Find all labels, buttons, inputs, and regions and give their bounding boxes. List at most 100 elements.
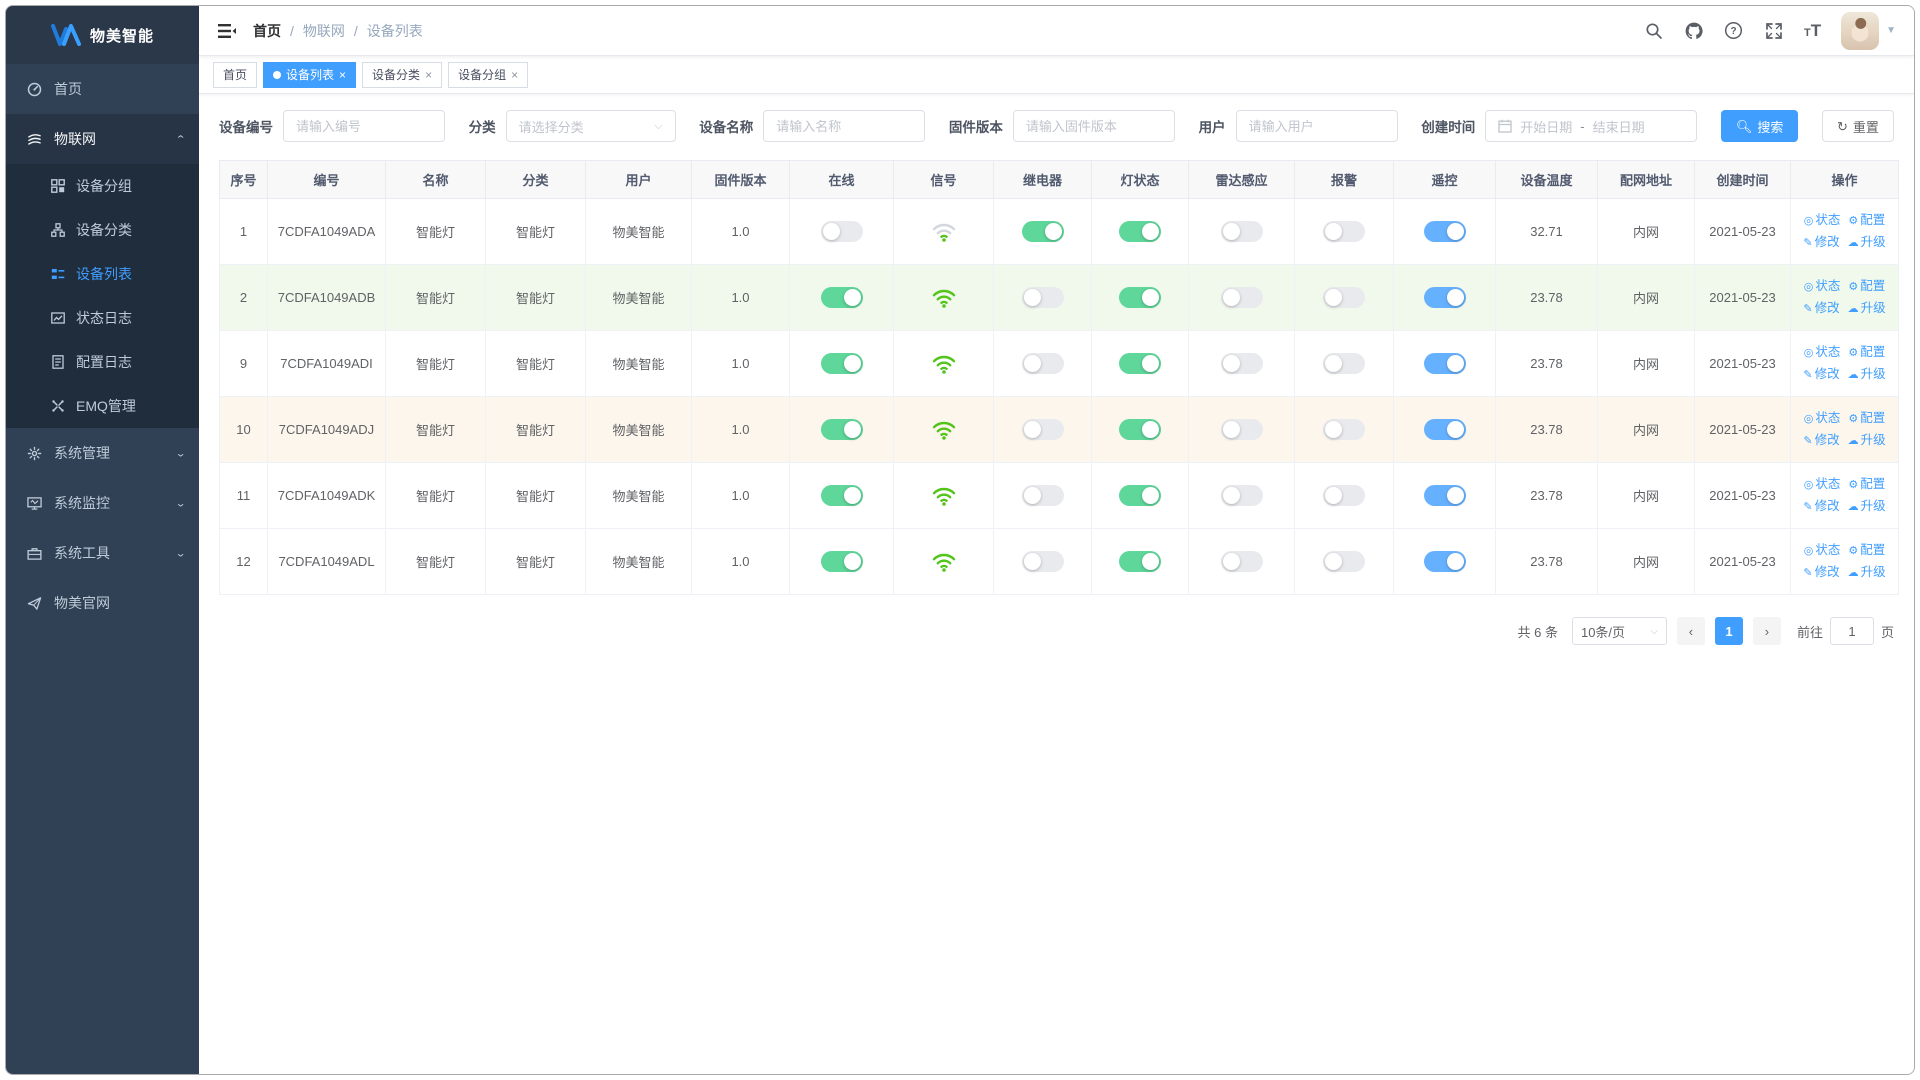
light-status-toggle[interactable] xyxy=(1119,287,1161,308)
relay-toggle[interactable] xyxy=(1021,551,1064,572)
radar-sense-toggle[interactable] xyxy=(1220,221,1263,242)
sidebar-item-status-log[interactable]: 状态日志 xyxy=(6,296,199,340)
online-toggle[interactable] xyxy=(820,485,863,506)
upgrade-action-link[interactable]: ☁︎ 升级 xyxy=(1848,430,1886,452)
sidebar-item-device-list[interactable]: 设备列表 xyxy=(6,252,199,296)
search-button[interactable]: 🔍︎ 搜索 xyxy=(1720,110,1799,142)
avatar[interactable] xyxy=(1841,11,1880,50)
device-name-input[interactable] xyxy=(763,110,926,142)
upgrade-action-link[interactable]: ☁︎ 升级 xyxy=(1848,562,1886,584)
status-action-link[interactable]: ◎ 状态 xyxy=(1804,474,1841,496)
github-icon[interactable] xyxy=(1684,21,1704,41)
upgrade-action-link[interactable]: ☁︎ 升级 xyxy=(1848,298,1886,320)
light-status-toggle[interactable] xyxy=(1119,485,1161,506)
light-status-toggle[interactable] xyxy=(1119,353,1161,374)
light-status-toggle[interactable] xyxy=(1119,551,1161,572)
remote-control-toggle[interactable] xyxy=(1423,419,1466,440)
edit-action-link[interactable]: ✎ 修改 xyxy=(1803,232,1839,254)
online-toggle[interactable] xyxy=(820,221,863,242)
sidebar-item-device-group[interactable]: 设备分组 xyxy=(6,164,199,208)
light-status-toggle[interactable] xyxy=(1119,419,1161,440)
sidebar-item-device-category[interactable]: 设备分类 xyxy=(6,208,199,252)
config-action-link[interactable]: ⚙︎ 配置 xyxy=(1848,408,1885,430)
alarm-toggle[interactable] xyxy=(1323,221,1365,242)
sidebar-item-system-monitor[interactable]: 系统监控 ⌄ xyxy=(6,478,199,528)
config-action-link[interactable]: ⚙︎ 配置 xyxy=(1848,342,1885,364)
search-icon[interactable] xyxy=(1644,21,1664,41)
alarm-toggle[interactable] xyxy=(1323,419,1365,440)
edit-action-link[interactable]: ✎ 修改 xyxy=(1803,430,1839,452)
relay-toggle[interactable] xyxy=(1021,221,1064,242)
tag-device-category[interactable]: 设备分类 × xyxy=(362,61,443,88)
radar-sense-toggle[interactable] xyxy=(1220,419,1263,440)
prev-page-button[interactable]: ‹ xyxy=(1676,617,1705,645)
font-size-icon[interactable]: TT xyxy=(1804,21,1821,41)
upgrade-action-link[interactable]: ☁︎ 升级 xyxy=(1848,496,1886,518)
alarm-toggle[interactable] xyxy=(1323,353,1365,374)
tag-device-list[interactable]: 设备列表 × xyxy=(263,61,357,88)
user-menu[interactable]: ▼ xyxy=(1841,11,1896,50)
remote-control-toggle[interactable] xyxy=(1423,485,1466,506)
radar-sense-toggle[interactable] xyxy=(1220,551,1263,572)
category-select[interactable]: 请选择分类 ⌵ xyxy=(505,110,676,142)
device-no-input[interactable] xyxy=(283,110,445,142)
goto-page-input[interactable] xyxy=(1829,617,1874,645)
upgrade-action-link[interactable]: ☁︎ 升级 xyxy=(1848,364,1886,386)
remote-control-toggle[interactable] xyxy=(1423,551,1466,572)
sidebar-collapse-icon[interactable] xyxy=(217,21,237,41)
close-icon[interactable]: × xyxy=(339,68,346,82)
relay-toggle[interactable] xyxy=(1021,353,1064,374)
edit-action-link[interactable]: ✎ 修改 xyxy=(1803,364,1839,386)
edit-action-link[interactable]: ✎ 修改 xyxy=(1803,298,1839,320)
fullscreen-icon[interactable] xyxy=(1764,21,1784,41)
sidebar-item-official-site[interactable]: 物美官网 xyxy=(6,578,199,628)
reset-button[interactable]: ↻ 重置 xyxy=(1822,110,1894,142)
page-size-select[interactable]: 10条/页 ⌵ xyxy=(1571,617,1667,645)
relay-toggle[interactable] xyxy=(1021,419,1064,440)
status-action-link[interactable]: ◎ 状态 xyxy=(1804,342,1841,364)
remote-control-toggle[interactable] xyxy=(1423,353,1466,374)
sidebar-item-iot[interactable]: 物联网 ⌃ xyxy=(6,114,199,164)
radar-sense-toggle[interactable] xyxy=(1220,485,1263,506)
relay-toggle[interactable] xyxy=(1021,485,1064,506)
close-icon[interactable]: × xyxy=(425,68,432,82)
sidebar-item-emq-manage[interactable]: EMQ管理 xyxy=(6,384,199,428)
logo-bar[interactable]: 物美智能 xyxy=(6,6,199,64)
config-action-link[interactable]: ⚙︎ 配置 xyxy=(1848,540,1885,562)
online-toggle[interactable] xyxy=(820,353,863,374)
date-range-picker[interactable]: 开始日期 - 结束日期 xyxy=(1485,110,1698,142)
config-action-link[interactable]: ⚙︎ 配置 xyxy=(1848,210,1885,232)
alarm-toggle[interactable] xyxy=(1323,551,1365,572)
sidebar-item-system-manage[interactable]: 系统管理 ⌄ xyxy=(6,428,199,478)
online-toggle[interactable] xyxy=(820,551,863,572)
remote-control-toggle[interactable] xyxy=(1423,221,1466,242)
config-action-link[interactable]: ⚙︎ 配置 xyxy=(1848,276,1885,298)
close-icon[interactable]: × xyxy=(511,68,518,82)
sidebar-item-home[interactable]: 首页 xyxy=(6,64,199,114)
relay-toggle[interactable] xyxy=(1021,287,1064,308)
online-toggle[interactable] xyxy=(820,419,863,440)
help-icon[interactable]: ? xyxy=(1724,21,1744,41)
status-action-link[interactable]: ◎ 状态 xyxy=(1804,276,1841,298)
config-action-link[interactable]: ⚙︎ 配置 xyxy=(1848,474,1885,496)
alarm-toggle[interactable] xyxy=(1323,485,1365,506)
sidebar-item-system-tools[interactable]: 系统工具 ⌄ xyxy=(6,528,199,578)
radar-sense-toggle[interactable] xyxy=(1220,353,1263,374)
sidebar-item-config-log[interactable]: 配置日志 xyxy=(6,340,199,384)
next-page-button[interactable]: › xyxy=(1752,617,1781,645)
user-input[interactable] xyxy=(1235,110,1398,142)
breadcrumb-home[interactable]: 首页 xyxy=(253,21,281,41)
status-action-link[interactable]: ◎ 状态 xyxy=(1804,540,1841,562)
page-number-1[interactable]: 1 xyxy=(1714,617,1743,645)
status-action-link[interactable]: ◎ 状态 xyxy=(1804,210,1841,232)
edit-action-link[interactable]: ✎ 修改 xyxy=(1803,562,1839,584)
status-action-link[interactable]: ◎ 状态 xyxy=(1804,408,1841,430)
tag-device-group[interactable]: 设备分组 × xyxy=(448,61,529,88)
light-status-toggle[interactable] xyxy=(1119,221,1161,242)
radar-sense-toggle[interactable] xyxy=(1220,287,1263,308)
tag-home[interactable]: 首页 xyxy=(213,61,258,88)
upgrade-action-link[interactable]: ☁︎ 升级 xyxy=(1848,232,1886,254)
edit-action-link[interactable]: ✎ 修改 xyxy=(1803,496,1839,518)
alarm-toggle[interactable] xyxy=(1323,287,1365,308)
firmware-input[interactable] xyxy=(1012,110,1175,142)
